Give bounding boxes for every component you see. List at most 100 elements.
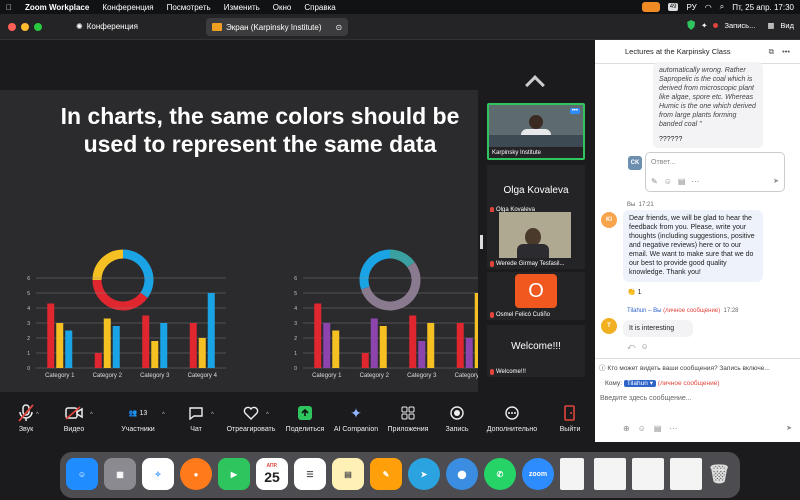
document-thumbnail-icon[interactable] <box>670 458 702 490</box>
y-tick-label: 2 <box>294 336 297 342</box>
reply-box[interactable]: Ответ... ✎☺▤⋯ ➤ <box>645 152 785 192</box>
menu-bar:  Zoom Workplace Конференция Посмотреть … <box>0 0 800 14</box>
participant-tile-osmel[interactable]: O Osmel Felicó Cutiño <box>487 272 585 320</box>
bar-category-4-s2 <box>207 293 215 368</box>
telegram-icon[interactable]: ➤ <box>408 458 440 490</box>
reminders-icon[interactable]: ☰ <box>294 458 326 490</box>
more-options-icon[interactable]: ⊙ <box>335 23 342 32</box>
document-thumbnail-icon[interactable] <box>632 458 664 490</box>
bar-category-4-s0 <box>456 323 464 368</box>
ai-sparkle-icon: ✦ <box>350 404 362 421</box>
chat-divider <box>595 358 800 359</box>
react-button[interactable]: Отреагировать <box>221 392 281 433</box>
video-options-caret[interactable]: ^ <box>90 412 93 418</box>
react-options-caret[interactable]: ^ <box>266 412 269 418</box>
participant-tile-werede[interactable]: Werede Girmay Tesfasil... <box>487 212 585 269</box>
gdl-app-icon[interactable]: ⬤ <box>446 458 478 490</box>
record-status[interactable]: Запись... <box>724 21 755 30</box>
apple-icon[interactable]:  <box>6 3 12 12</box>
notification-badge[interactable]: 49 <box>667 3 679 11</box>
tile-more-icon[interactable]: ••• <box>569 108 580 114</box>
menu-help[interactable]: Справка <box>304 3 335 12</box>
zoom-app-icon[interactable]: zoom <box>522 458 554 490</box>
x-tick-label: Category 4 <box>455 373 478 379</box>
minimize-window-button[interactable] <box>21 23 29 31</box>
reply-toolbar-icons[interactable]: ✎☺▤⋯ <box>651 177 705 186</box>
ai-companion-button[interactable]: ✦ AI Companion <box>326 392 386 434</box>
y-tick-label: 5 <box>27 291 30 297</box>
close-window-button[interactable] <box>8 23 16 31</box>
split-handle[interactable] <box>480 235 483 249</box>
menu-view[interactable]: Посмотреть <box>167 3 211 12</box>
sparkle-icon[interactable]: ✦ <box>701 21 707 30</box>
y-tick-label: 1 <box>294 351 297 357</box>
bar-category-2-s1 <box>370 318 378 368</box>
tilahun-label: Tilahun – Вы (личное сообщение) 17:28 <box>627 308 739 314</box>
launchpad-icon[interactable]: ▦ <box>104 458 136 490</box>
view-menu[interactable]: Вид <box>780 21 794 30</box>
wifi-icon[interactable]: ◠ <box>705 3 712 12</box>
donut-segment-0 <box>389 249 415 268</box>
grid-view-icon[interactable]: ▦ <box>767 21 774 30</box>
notes-icon[interactable]: ▤ <box>332 458 364 490</box>
reaction-clap[interactable]: 👏 1 <box>627 288 642 296</box>
chat-options-caret[interactable]: ^ <box>211 412 214 418</box>
more-button[interactable]: Дополнительно <box>482 392 542 433</box>
document-thumbnail-icon[interactable] <box>594 458 626 490</box>
participants-button[interactable]: 👥 13 Участники <box>108 392 168 434</box>
leave-door-icon <box>562 402 578 424</box>
video-button[interactable]: Видео <box>44 392 104 433</box>
pages-icon[interactable]: ✎ <box>370 458 402 490</box>
message-action-icons[interactable]: ⤺☺ <box>627 342 654 352</box>
leave-button[interactable]: Выйти <box>540 392 600 433</box>
bar-category-2-s0 <box>361 353 369 368</box>
video-off-icon <box>65 402 83 424</box>
finder-icon[interactable]: ☺ <box>66 458 98 490</box>
whatsapp-icon[interactable]: ✆ <box>484 458 516 490</box>
visibility-notice[interactable]: ⓘ Кто может видеть ваши сообщения? Запис… <box>599 362 797 372</box>
chat-button[interactable]: Чат <box>166 392 226 433</box>
participant-tile-olga[interactable]: Olga Kovaleva Olga Kovaleva <box>487 165 585 215</box>
record-button[interactable]: Запись <box>427 392 487 433</box>
y-tick-label: 3 <box>294 321 297 327</box>
x-tick-label: Category 2 <box>360 373 390 379</box>
meeting-controls: Звук ^ Видео ^ 👥 13 Участники ^ Чат ^ Отр… <box>0 392 595 442</box>
audio-options-caret[interactable]: ^ <box>36 412 39 418</box>
chat-popout-icon[interactable]: ⧉ <box>769 47 774 57</box>
facetime-icon[interactable]: ▶ <box>218 458 250 490</box>
participant-big-name: Welcome!!! <box>511 341 561 352</box>
participant-tile-host[interactable]: ••• Karpinsky Institute <box>487 103 585 160</box>
maximize-window-button[interactable] <box>34 23 42 31</box>
menu-conference[interactable]: Конференция <box>102 3 153 12</box>
send-message-icon[interactable]: ➤ <box>786 424 792 432</box>
document-thumbnail-icon[interactable] <box>560 458 584 490</box>
y-tick-label: 0 <box>27 366 30 372</box>
participant-tile-welcome[interactable]: Welcome!!! Welcome!!! <box>487 325 585 377</box>
calendar-icon[interactable]: АПР. 25 <box>256 458 288 490</box>
participant-big-name: Olga Kovaleva <box>503 185 569 196</box>
firefox-icon[interactable]: ● <box>180 458 212 490</box>
send-reply-icon[interactable]: ➤ <box>773 177 779 185</box>
keyboard-layout[interactable]: РУ <box>686 3 696 12</box>
shield-icon[interactable] <box>687 20 696 30</box>
safari-icon[interactable]: ✧ <box>142 458 174 490</box>
clock[interactable]: Пт, 25 апр. 17:30 <box>732 3 794 12</box>
menu-window[interactable]: Окно <box>273 3 292 12</box>
menu-edit[interactable]: Изменить <box>224 3 260 12</box>
screen-share-indicator[interactable]: Экран (Karpinsky Institute) ⊙ <box>206 18 349 36</box>
trash-icon[interactable]: 🗑 <box>704 458 734 490</box>
participants-options-caret[interactable]: ^ <box>162 412 165 418</box>
conference-info[interactable]: ✺ Конференция <box>76 22 138 31</box>
message-input[interactable]: Введите здесь сообщение... <box>600 395 692 402</box>
scroll-up-arrow-icon[interactable] <box>525 75 545 95</box>
apps-icon <box>401 402 415 424</box>
y-tick-label: 4 <box>294 306 297 312</box>
compose-toolbar-icons[interactable]: ⊕☺▤⋯ <box>623 424 685 433</box>
search-icon[interactable]: ⌕ <box>720 2 724 12</box>
recipient-select[interactable]: Tilahun ▾ <box>623 380 656 387</box>
window-title-bar: ✺ Конференция Экран (Karpinsky Institute… <box>0 14 800 40</box>
reply-input[interactable]: Ответ... <box>651 159 675 166</box>
chat-more-icon[interactable]: ••• <box>782 47 790 56</box>
menu-app-name[interactable]: Zoom Workplace <box>25 3 89 12</box>
mic-indicator-icon[interactable] <box>641 2 660 12</box>
